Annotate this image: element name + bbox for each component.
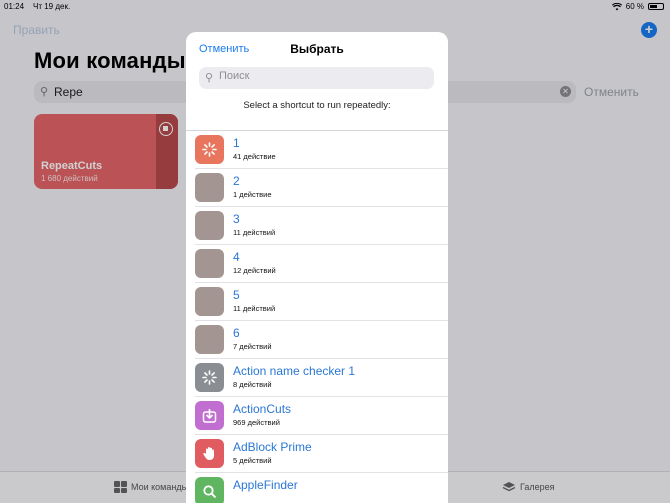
- download-icon: [202, 409, 217, 423]
- shortcut-title: 4: [233, 250, 240, 264]
- shortcut-icon: [195, 249, 224, 278]
- shortcut-icon: [195, 439, 224, 468]
- shortcut-action-count: 12 действий: [233, 266, 276, 275]
- list-item[interactable]: 2 1 действие: [186, 169, 448, 207]
- shortcut-icon: [195, 325, 224, 354]
- list-item[interactable]: Action name checker 1 8 действий: [186, 359, 448, 397]
- shortcut-action-count: 1 действие: [233, 190, 272, 199]
- shortcut-icon: [195, 287, 224, 316]
- picker-search-input[interactable]: [219, 70, 419, 82]
- shortcut-title: 1: [233, 136, 240, 150]
- shortcut-title: 5: [233, 288, 240, 302]
- hand-icon: [203, 447, 214, 460]
- list-item[interactable]: 1 41 действие: [186, 131, 448, 169]
- list-item[interactable]: AppleFinder: [186, 473, 448, 503]
- shortcut-action-count: 969 действий: [233, 418, 280, 427]
- shortcut-action-count: 11 действий: [233, 304, 276, 313]
- list-item[interactable]: AdBlock Prime 5 действий: [186, 435, 448, 473]
- shortcut-action-count: 41 действие: [233, 152, 276, 161]
- shortcut-icon: [195, 401, 224, 430]
- shortcut-icon: [195, 477, 224, 503]
- shortcut-picker-sheet: Отменить Выбрать ⚲ Select a shortcut to …: [186, 32, 448, 503]
- spinner-icon: [202, 370, 217, 385]
- shortcut-title: 2: [233, 174, 240, 188]
- shortcut-title: Action name checker 1: [233, 364, 356, 378]
- shortcut-list: 1 41 действие 2 1 действие 3 11 действий…: [186, 131, 448, 503]
- list-item[interactable]: ActionCuts 969 действий: [186, 397, 448, 435]
- shortcut-icon: [195, 363, 224, 392]
- list-item[interactable]: 5 11 действий: [186, 283, 448, 321]
- shortcut-title: AppleFinder: [233, 478, 298, 492]
- list-item[interactable]: 3 11 действий: [186, 207, 448, 245]
- spinner-icon: [202, 142, 217, 157]
- search-icon: ⚲: [205, 72, 214, 84]
- shortcut-title: 6: [233, 326, 240, 340]
- search-icon: [203, 485, 217, 499]
- shortcut-title: AdBlock Prime: [233, 440, 312, 454]
- picker-search-field[interactable]: ⚲: [199, 67, 434, 89]
- shortcut-action-count: 5 действий: [233, 456, 272, 465]
- list-item[interactable]: 6 7 действий: [186, 321, 448, 359]
- shortcut-icon: [195, 135, 224, 164]
- shortcut-action-count: 7 действий: [233, 342, 272, 351]
- list-item[interactable]: 4 12 действий: [186, 245, 448, 283]
- sheet-title: Выбрать: [290, 42, 344, 56]
- picker-prompt: Select a shortcut to run repeatedly:: [243, 100, 391, 111]
- shortcut-icon: [195, 173, 224, 202]
- shortcut-action-count: 11 действий: [233, 228, 276, 237]
- shortcut-title: 3: [233, 212, 240, 226]
- shortcut-title: ActionCuts: [233, 402, 292, 416]
- shortcut-action-count: 8 действий: [233, 380, 272, 389]
- shortcut-icon: [195, 211, 224, 240]
